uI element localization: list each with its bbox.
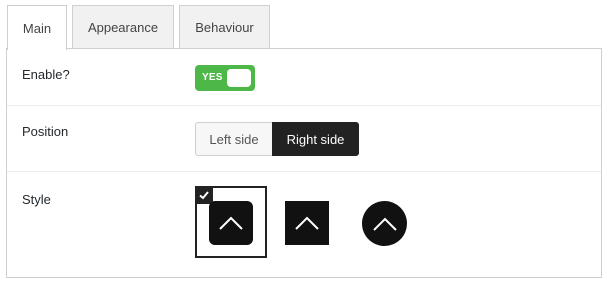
position-segmented-control: Left side Right side xyxy=(195,122,359,156)
enable-toggle-text: YES xyxy=(202,72,223,83)
left-side-button[interactable]: Left side xyxy=(195,122,272,156)
tab-behaviour-label: Behaviour xyxy=(195,20,254,35)
position-row: Position Left side Right side xyxy=(7,106,601,172)
position-label: Position xyxy=(22,124,69,139)
settings-panel: Enable? YES Position Left side Right sid… xyxy=(6,48,602,278)
style-option-square[interactable] xyxy=(285,201,329,245)
enable-row: Enable? YES xyxy=(7,49,601,106)
tab-appearance-label: Appearance xyxy=(87,20,159,35)
tab-behaviour[interactable]: Behaviour xyxy=(179,5,270,49)
tab-main-label: Main xyxy=(22,20,52,36)
enable-toggle[interactable]: YES xyxy=(195,65,255,91)
style-row: Style xyxy=(7,172,601,278)
tab-appearance[interactable]: Appearance xyxy=(72,5,174,49)
style-option-circle[interactable] xyxy=(362,201,407,246)
chevron-up-icon xyxy=(295,216,319,230)
toggle-knob xyxy=(227,69,251,87)
style-label: Style xyxy=(22,192,51,207)
style-option-rounded-square[interactable] xyxy=(195,186,267,258)
right-side-button[interactable]: Right side xyxy=(272,122,359,156)
tab-main[interactable]: Main xyxy=(7,5,67,50)
chevron-up-icon xyxy=(372,217,397,231)
enable-label: Enable? xyxy=(22,67,70,82)
tab-bar: Main Appearance Behaviour xyxy=(7,5,275,50)
chevron-up-icon xyxy=(209,201,253,245)
